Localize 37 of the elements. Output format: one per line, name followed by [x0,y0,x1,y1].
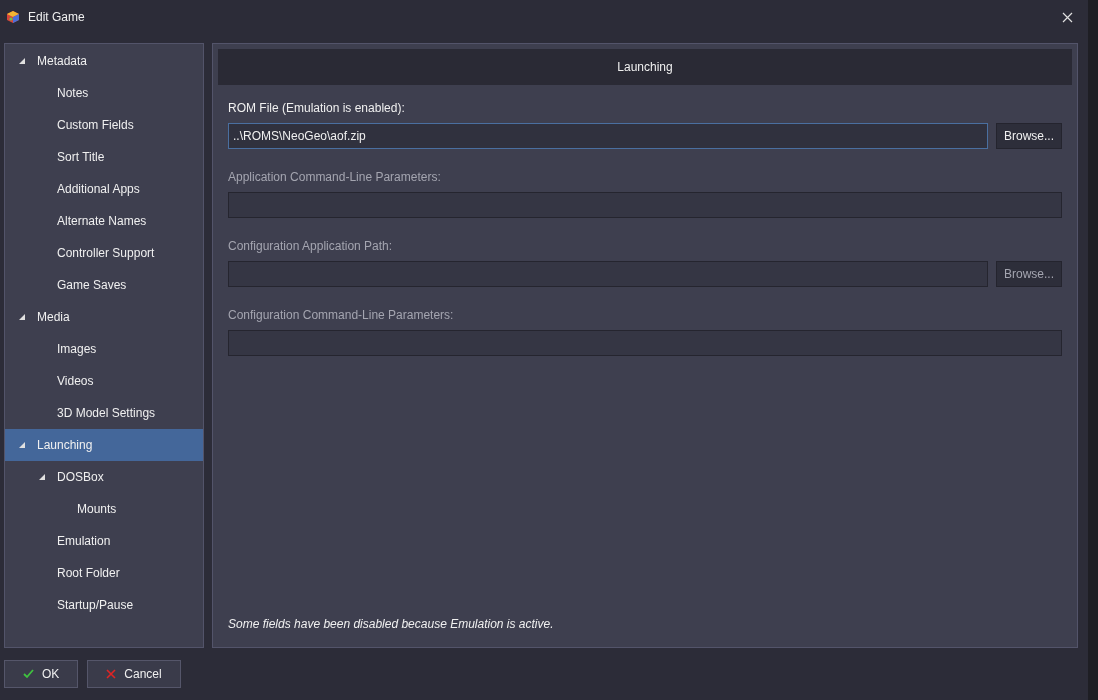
tree-item[interactable]: Root Folder [5,557,203,589]
window-title: Edit Game [28,9,85,26]
close-icon [1061,11,1073,23]
tree-item[interactable]: Media [5,301,203,333]
ok-button[interactable]: OK [4,660,79,688]
text-field[interactable]: ..\ROMS\NeoGeo\aof.zip [228,123,988,149]
tree-item[interactable]: Custom Fields [5,109,203,141]
expanded-triangle-icon[interactable] [19,442,25,448]
cross-icon [106,669,117,679]
tree-item[interactable]: Game Saves [5,269,203,301]
tree-item[interactable]: DOSBox [5,461,203,493]
field-label: ROM File (Emulation is enabled): [228,100,406,117]
tree-item[interactable]: Launching [5,429,203,461]
tree-item[interactable]: Alternate Names [5,205,203,237]
tree-item[interactable]: Images [5,333,203,365]
app-logo-icon [6,10,20,24]
browse-button[interactable]: Browse... [996,123,1062,149]
field-label: Configuration Application Path: [228,238,394,255]
checkmark-icon [23,669,34,679]
tree-item[interactable]: Startup/Pause [5,589,203,621]
tree-item[interactable]: Additional Apps [5,173,203,205]
expanded-triangle-icon[interactable] [19,58,25,64]
cancel-button[interactable]: Cancel [87,660,181,688]
panel-title: Launching [218,49,1072,85]
expanded-triangle-icon[interactable] [39,474,45,480]
status-note: Some fields have been disabled because Emulation is active. [228,616,555,633]
tree-item[interactable]: Controller Support [5,237,203,269]
field-label: Configuration Command-Line Parameters: [228,307,455,324]
tree-item[interactable]: Sort Title [5,141,203,173]
tree-item[interactable]: Videos [5,365,203,397]
tree-item[interactable]: Metadata [5,45,203,77]
tree-item[interactable]: 3D Model Settings [5,397,203,429]
tree-item[interactable]: Notes [5,77,203,109]
expanded-triangle-icon[interactable] [19,314,25,320]
tree-item[interactable]: Emulation [5,525,203,557]
tree-item[interactable]: Mounts [5,493,203,525]
field-label: Application Command-Line Parameters: [228,169,442,186]
